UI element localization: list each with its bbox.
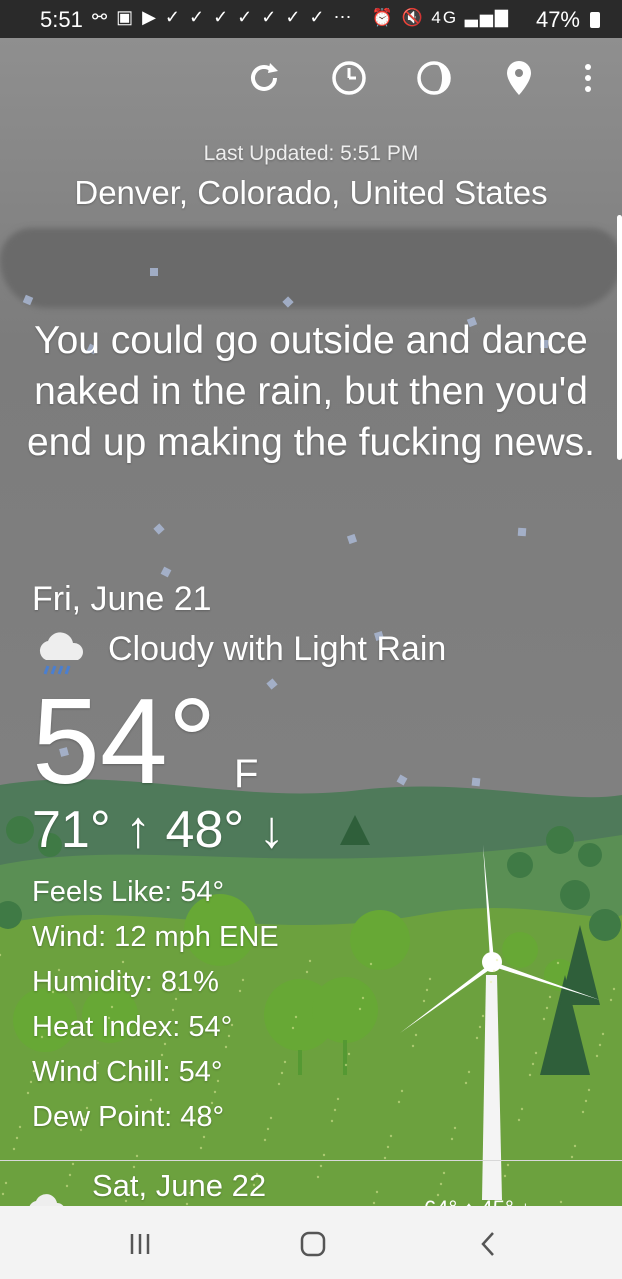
high-temperature: 71° xyxy=(32,801,111,859)
theme-icon[interactable] xyxy=(412,56,456,100)
last-updated: Last Updated: 5:51 PM xyxy=(203,142,419,165)
condition-row: Cloudy with Light Rain xyxy=(34,628,446,678)
condition-label: Cloudy with Light Rain xyxy=(108,630,447,668)
back-icon[interactable] xyxy=(466,1224,510,1264)
wind: Wind: 12 mph ENE xyxy=(32,921,279,953)
arrow-down-icon: ↓ xyxy=(258,801,285,859)
temperature-unit: F xyxy=(234,752,259,796)
dew-point: Dew Point: 48° xyxy=(32,1101,225,1133)
humidity: Humidity: 81% xyxy=(32,966,219,998)
weather-quote: You could go outside and dance naked in … xyxy=(26,319,595,464)
rain-drop xyxy=(150,268,158,276)
status-bar: 5:51 ⚯ ▣ ▶ ✓ ✓ ✓ ✓ ✓ ✓ ✓ ⋯ ⏰ 🔇 4G ▃▅▇ 47… xyxy=(0,0,622,38)
battery-percent: 47% xyxy=(535,7,580,32)
heat-index: Heat Index: 54° xyxy=(32,1011,233,1043)
status-time: 5:51 xyxy=(40,7,83,32)
scrollbar[interactable] xyxy=(617,215,622,460)
home-icon[interactable] xyxy=(291,1224,335,1264)
high-low-row: 71° ↑ 48° ↓ xyxy=(32,800,285,860)
overflow-menu-icon[interactable] xyxy=(566,56,610,100)
today-date: Fri, June 21 xyxy=(32,580,212,618)
location-icon[interactable] xyxy=(497,56,541,100)
rain-drop xyxy=(517,527,527,537)
arrow-up-icon: ↑ xyxy=(125,801,152,859)
network-label: 4G xyxy=(431,8,459,27)
next-day-date[interactable]: Sat, June 22 xyxy=(92,1168,266,1204)
recent-apps-icon[interactable] xyxy=(118,1224,162,1264)
current-temperature: 54° xyxy=(32,673,217,809)
weather-details: Feels Like: 54° Wind: 12 mph ENE Humidit… xyxy=(32,870,279,1140)
location-title: Denver, Colorado, United States xyxy=(74,174,548,211)
toolbar xyxy=(0,56,622,106)
navigation-bar xyxy=(0,1206,622,1279)
status-right-icons: ⏰ 🔇 4G ▃▅▇ xyxy=(371,8,510,27)
notification-icons: ⚯ ▣ ▶ ✓ ✓ ✓ ✓ ✓ ✓ ✓ ⋯ xyxy=(92,7,354,27)
wind-chill: Wind Chill: 54° xyxy=(32,1056,223,1088)
cloud-band xyxy=(0,228,622,308)
low-temperature: 48° xyxy=(165,801,245,859)
history-icon[interactable] xyxy=(327,56,371,100)
forecast-divider xyxy=(0,1160,622,1161)
battery-icon xyxy=(590,12,600,28)
feels-like: Feels Like: 54° xyxy=(32,876,225,908)
refresh-icon[interactable] xyxy=(242,56,286,100)
